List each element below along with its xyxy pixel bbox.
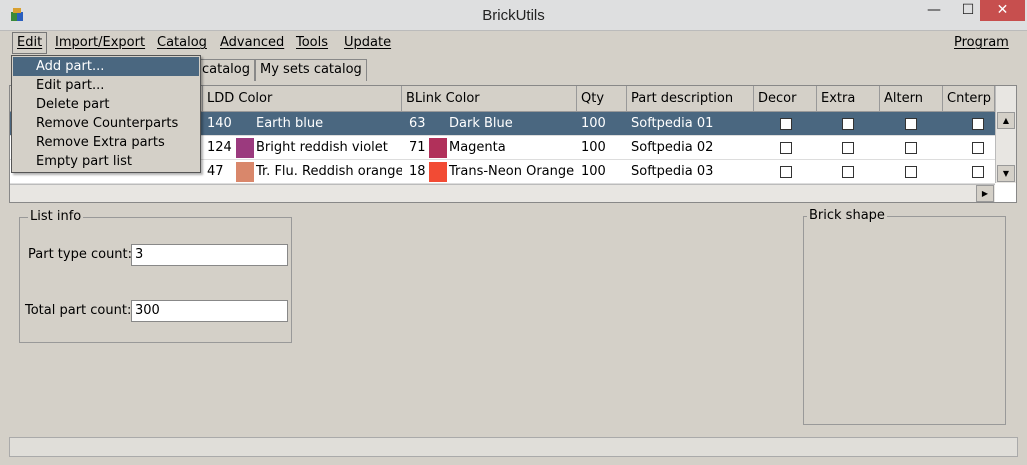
cnterp-checkbox[interactable] (972, 142, 984, 154)
column-header-part-description[interactable]: Part description (627, 86, 754, 112)
description-cell: Softpedia 03 (631, 164, 714, 179)
menu-tools[interactable]: Tools (292, 32, 332, 54)
description-cell: Softpedia 01 (631, 116, 714, 131)
menu-item-add-part[interactable]: Add part... (13, 57, 199, 76)
tab-my-sets-catalog[interactable]: My sets catalog (255, 59, 367, 81)
minimize-button[interactable]: — (918, 0, 950, 21)
qty-cell: 100 (581, 164, 606, 179)
status-bar (9, 437, 1018, 457)
part-type-count-field[interactable]: 3 (131, 244, 288, 266)
ldd-color-cell: Tr. Flu. Reddish orange (256, 164, 402, 179)
menu-program[interactable]: Program (950, 32, 1013, 54)
brick-shape-title: Brick shape (807, 208, 887, 223)
total-part-count-label: Total part count: (25, 303, 132, 318)
column-header-ldd-color[interactable]: LDD Color (203, 86, 402, 112)
scroll-down-arrow-icon[interactable]: ▼ (997, 165, 1015, 182)
total-part-count-field[interactable]: 300 (131, 300, 288, 322)
extra-checkbox[interactable] (842, 142, 854, 154)
qty-cell: 100 (581, 116, 606, 131)
column-header-decor[interactable]: Decor (754, 86, 817, 112)
altern-checkbox[interactable] (905, 142, 917, 154)
menu-import-export[interactable]: Import/Export (51, 32, 149, 54)
blink-color-cell: Magenta (449, 140, 506, 155)
column-header-altern[interactable]: Altern (880, 86, 943, 112)
qty-cell: 100 (581, 140, 606, 155)
ldd-id-cell: 140 (207, 116, 232, 131)
menu-advanced[interactable]: Advanced (216, 32, 288, 54)
menu-item-empty-part-list[interactable]: Empty part list (13, 152, 199, 171)
title-bar: BrickUtils — ☐ ✕ (0, 0, 1027, 31)
blink-id-cell: 71 (409, 140, 426, 155)
menu-item-remove-counterparts[interactable]: Remove Counterparts (13, 114, 199, 133)
scroll-up-arrow-icon[interactable]: ▲ (997, 112, 1015, 129)
description-cell: Softpedia 02 (631, 140, 714, 155)
menu-update[interactable]: Update (340, 32, 395, 54)
list-info-title: List info (28, 209, 84, 224)
menu-catalog[interactable]: Catalog (153, 32, 211, 54)
decor-checkbox[interactable] (780, 118, 792, 130)
column-header-extra[interactable]: Extra (817, 86, 880, 112)
tab-catalog[interactable]: catalog (197, 59, 255, 81)
blink-color-cell: Trans-Neon Orange (449, 164, 575, 179)
menu-edit[interactable]: Edit (12, 32, 48, 54)
blink-color-cell: Dark Blue (449, 116, 513, 131)
scroll-right-arrow-icon[interactable]: ▶ (976, 185, 994, 202)
menu-item-delete-part[interactable]: Delete part (13, 95, 199, 114)
extra-checkbox[interactable] (842, 118, 854, 130)
part-type-count-label: Part type count: (28, 247, 133, 262)
column-header-cnterp[interactable]: Cnterp (943, 86, 995, 112)
blink-id-cell: 63 (409, 116, 426, 131)
altern-checkbox[interactable] (905, 166, 917, 178)
altern-checkbox[interactable] (905, 118, 917, 130)
ldd-color-cell: Earth blue (256, 116, 324, 131)
ldd-id-cell: 47 (207, 164, 224, 179)
extra-checkbox[interactable] (842, 166, 854, 178)
menu-item-remove-extra-parts[interactable]: Remove Extra parts (13, 133, 199, 152)
window-title: BrickUtils (482, 7, 545, 24)
cnterp-checkbox[interactable] (972, 118, 984, 130)
menu-item-edit-part[interactable]: Edit part... (13, 76, 199, 95)
blink-id-cell: 18 (409, 164, 426, 179)
ldd-id-cell: 124 (207, 140, 232, 155)
decor-checkbox[interactable] (780, 166, 792, 178)
brick-shape-group: Brick shape (803, 208, 1006, 425)
menu-bar: Edit Import/Export Catalog Advanced Tool… (9, 32, 1018, 54)
close-button[interactable]: ✕ (980, 0, 1025, 21)
column-header-qty[interactable]: Qty (577, 86, 627, 112)
edit-menu-dropdown: Add part... Edit part... Delete part Rem… (11, 55, 201, 173)
cnterp-checkbox[interactable] (972, 166, 984, 178)
column-header-blink-color[interactable]: BLink Color (402, 86, 577, 112)
horizontal-scrollbar[interactable]: ▶ (10, 184, 995, 202)
decor-checkbox[interactable] (780, 142, 792, 154)
ldd-color-cell: Bright reddish violet (256, 140, 388, 155)
list-info-group: List info Part type count: 3 Total part … (19, 209, 292, 343)
vertical-scrollbar[interactable]: ▲ ▼ (995, 86, 1016, 183)
